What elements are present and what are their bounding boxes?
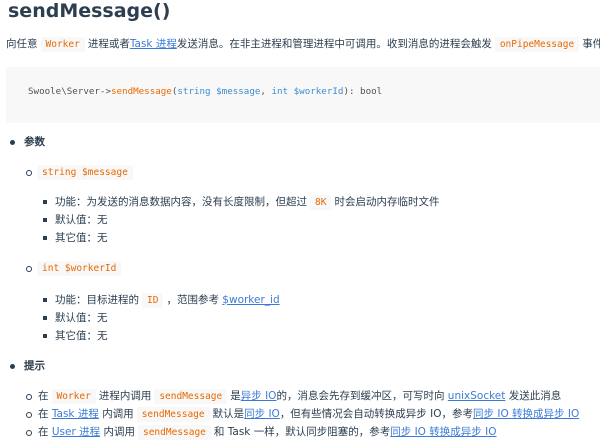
tips-bullet (10, 364, 15, 369)
param2-default: 默认值：无 (55, 312, 108, 324)
param1-default: 默认值：无 (55, 214, 108, 226)
page-title: sendMessage() (8, 0, 171, 22)
link-sync-io[interactable]: 同步 IO (244, 408, 280, 420)
tip1-circle (26, 394, 32, 400)
param2-func: 功能：目标进程的 ID ，范围参考 $worker_id (55, 293, 280, 308)
param2-other: 其它值：无 (55, 330, 108, 342)
param1-func-marker (43, 200, 47, 204)
tips-heading: 提示 (24, 360, 45, 372)
intro-paragraph: 向任意 Worker 进程或者Task 进程发送消息。在非主进程和管理进程中可调用。… (6, 37, 600, 52)
signature-code-block: Swoole\Server->sendMessage(string $messa… (6, 67, 600, 123)
param1-name: string $message (37, 165, 133, 180)
param2-default-marker (43, 316, 47, 320)
link-async-io[interactable]: 异步 IO (241, 390, 277, 402)
param2-circle (26, 266, 32, 272)
tip3-circle (26, 430, 32, 436)
params-heading: 参数 (24, 136, 45, 148)
signature-function: sendMessage (110, 86, 172, 97)
tip3-text: 在 User 进程 内调用 sendMessage 和 Task 一样，默认同步阻塞… (38, 425, 497, 440)
param1-other: 其它值：无 (55, 232, 108, 244)
param1-func: 功能：为发送的消息数据内容，没有长度限制，但超过 8K 时会启动内存临时文件 (55, 195, 440, 210)
link-sync-to-async-io-2[interactable]: 同步 IO 转换成异步 IO (390, 426, 496, 438)
link-user-process[interactable]: User 进程 (52, 426, 100, 438)
params-bullet (10, 140, 15, 145)
link-task-process[interactable]: Task 进程 (130, 38, 177, 50)
param2-func-marker (43, 298, 47, 302)
param1-other-marker (43, 236, 47, 240)
tip1-text: 在 Worker 进程内调用 sendMessage 是异步 IO的，消息会先存到缓冲区… (38, 389, 562, 404)
param1-default-marker (43, 218, 47, 222)
link-task-process-2[interactable]: Task 进程 (52, 408, 99, 420)
param1-circle (26, 170, 32, 176)
param2-name: int $workerId (37, 261, 122, 276)
param2-other-marker (43, 334, 47, 338)
inline-code-onpipemessage: onPipeMessage (494, 37, 580, 52)
tip2-text: 在 Task 进程 内调用 sendMessage 默认是同步 IO，但有些情况会自… (38, 407, 580, 422)
link-worker-id[interactable]: $worker_id (222, 294, 279, 306)
inline-code-worker: Worker (40, 37, 85, 52)
link-sync-to-async-io[interactable]: 同步 IO 转换成异步 IO (473, 408, 579, 420)
link-unixsocket[interactable]: unixSocket (448, 390, 506, 402)
tip2-circle (26, 412, 32, 418)
